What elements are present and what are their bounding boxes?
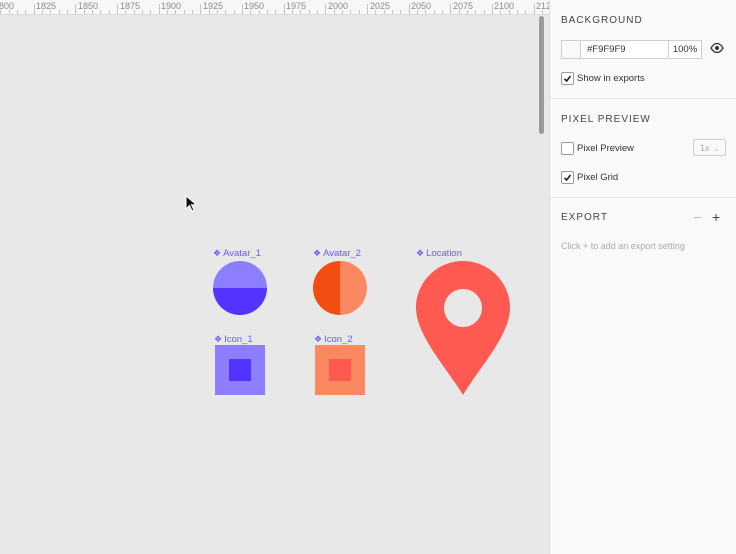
section-divider [550, 197, 736, 198]
scale-select-value: 1x [700, 143, 710, 153]
ruler-tick-label: 2100 [494, 1, 515, 11]
pixel-preview-scale-select[interactable]: 1x ⌄ [693, 139, 726, 156]
icon-2-inner-square [329, 359, 351, 381]
icon-2-component[interactable] [315, 345, 365, 395]
avatar-1-top-half [213, 261, 267, 288]
component-icon: ❖ [313, 248, 322, 258]
avatar-2-left-half [313, 261, 340, 315]
ruler-tick-label: 1975 [286, 1, 307, 11]
icon-1-component[interactable] [215, 345, 265, 395]
ruler-tick-label: 2075 [453, 1, 474, 11]
pixel-preview-section-title: PIXEL PREVIEW [561, 114, 651, 125]
background-hex-input[interactable]: #F9F9F9 [580, 40, 670, 59]
ruler-tick-label: 1950 [244, 1, 265, 11]
arrow-cursor-icon [185, 195, 198, 212]
component-name: Avatar_2 [323, 248, 361, 259]
icon-1-inner-square [229, 359, 251, 381]
ruler-tick-label: 2000 [328, 1, 349, 11]
avatar-1-component[interactable] [213, 261, 267, 315]
checkmark-icon [563, 75, 572, 83]
component-icon: ❖ [416, 248, 425, 258]
section-divider [550, 98, 736, 99]
component-name: Icon_2 [324, 334, 353, 345]
background-opacity-input[interactable]: 100% [668, 40, 702, 59]
avatar-2-component[interactable] [313, 261, 367, 315]
ruler-tick-label: 1800 [0, 1, 15, 11]
export-section-title: EXPORT [561, 212, 608, 223]
component-label-location[interactable]: ❖ Location [416, 248, 462, 259]
add-export-button[interactable]: + [712, 210, 720, 224]
horizontal-ruler: 1800 1825 1850 1875 1900 1925 1950 1975 … [0, 0, 549, 15]
component-label-avatar-2[interactable]: ❖ Avatar_2 [313, 248, 361, 259]
ruler-tick-label: 1850 [78, 1, 99, 11]
chevron-down-icon: ⌄ [713, 144, 720, 153]
background-section-title: BACKGROUND [561, 15, 643, 26]
component-label-avatar-1[interactable]: ❖ Avatar_1 [213, 248, 261, 259]
pixel-grid-checkbox[interactable] [561, 171, 574, 184]
pixel-grid-label: Pixel Grid [577, 172, 619, 183]
component-icon: ❖ [213, 248, 222, 258]
component-label-icon-2[interactable]: ❖ Icon_2 [314, 334, 353, 345]
avatar-1-bottom-half [213, 288, 267, 315]
ruler-tick-label: 1825 [36, 1, 57, 11]
show-in-exports-label: Show in exports [577, 73, 645, 84]
component-name: Icon_1 [224, 334, 253, 345]
remove-export-button[interactable]: − [693, 210, 701, 224]
export-hint-text: Click + to add an export setting [561, 241, 685, 251]
checkmark-icon [563, 174, 572, 182]
ruler-tick-label: 2025 [370, 1, 391, 11]
ruler-tick-label: 1900 [161, 1, 182, 11]
design-canvas[interactable]: 1800 1825 1850 1875 1900 1925 1950 1975 … [0, 0, 549, 554]
component-name: Location [426, 248, 462, 259]
pixel-preview-label: Pixel Preview [577, 143, 635, 154]
show-in-exports-checkbox[interactable] [561, 72, 574, 85]
component-icon: ❖ [214, 334, 223, 344]
component-label-icon-1[interactable]: ❖ Icon_1 [214, 334, 253, 345]
ruler-tick-label: 2050 [411, 1, 432, 11]
ruler-tick-label: 2125 [536, 1, 549, 11]
vertical-scrollbar[interactable] [539, 16, 544, 134]
location-pin-icon[interactable] [416, 261, 510, 397]
ruler-tick-label: 1875 [120, 1, 141, 11]
pixel-preview-checkbox[interactable] [561, 142, 574, 155]
component-name: Avatar_1 [223, 248, 261, 259]
ruler-tick-label: 1925 [203, 1, 224, 11]
inspector-panel: BACKGROUND #F9F9F9 100% Show in exports … [549, 0, 736, 554]
eye-icon[interactable] [710, 42, 724, 54]
component-icon: ❖ [314, 334, 323, 344]
background-color-swatch[interactable] [561, 40, 582, 59]
avatar-2-right-half [340, 261, 367, 315]
